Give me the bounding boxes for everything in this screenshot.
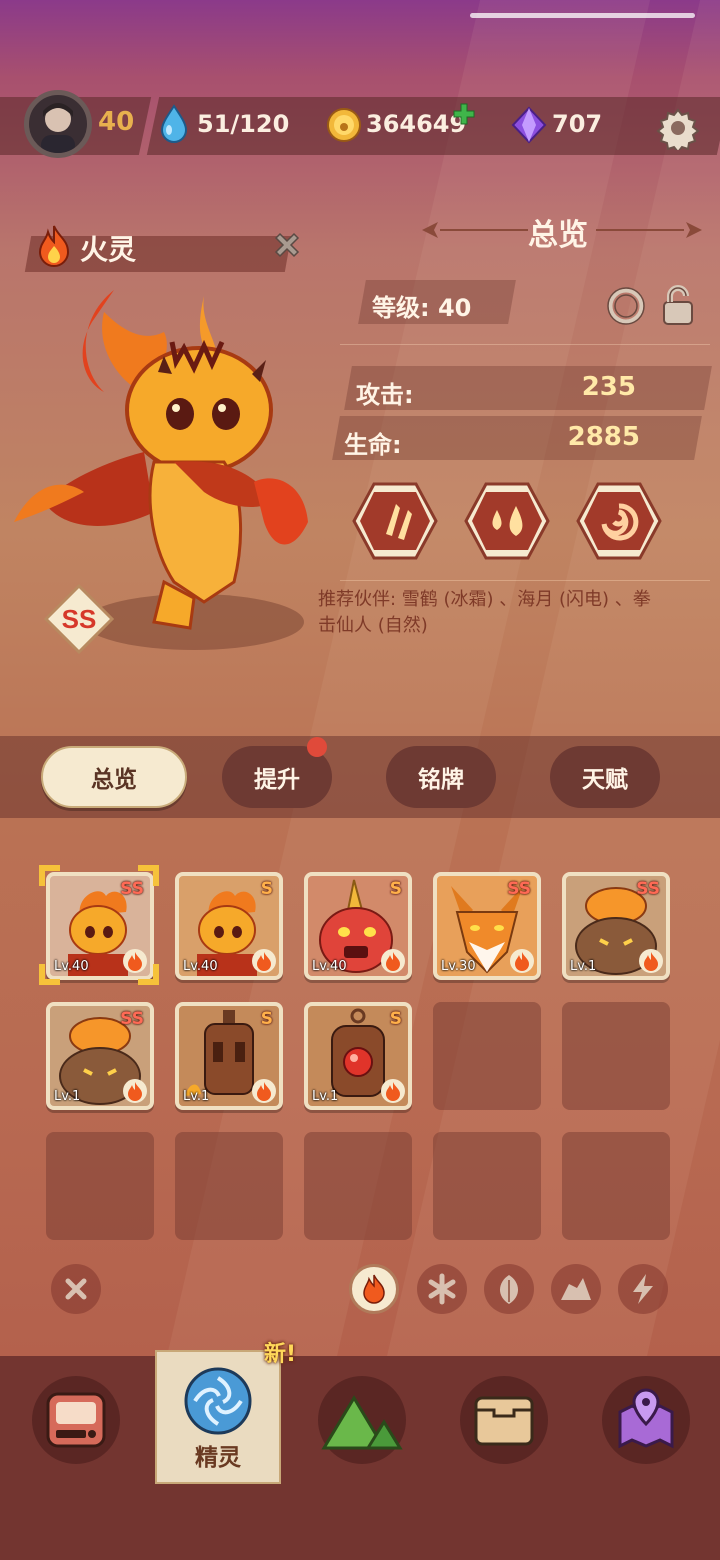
grade-label: S <box>260 1009 273 1029</box>
rank-text: SS <box>62 604 97 634</box>
ring-icon[interactable] <box>606 286 646 326</box>
close-icon <box>65 1278 87 1300</box>
nature-filter-button[interactable] <box>484 1264 534 1314</box>
avatar[interactable] <box>24 90 92 158</box>
device-icon <box>46 1392 106 1448</box>
fire-element-icon <box>252 949 276 973</box>
leaf-icon <box>499 1275 519 1304</box>
empty-slot <box>433 1002 541 1110</box>
hp-label: 生命: <box>344 431 402 459</box>
spirit-card[interactable]: S Lv.40 <box>175 872 283 980</box>
nav-spirit-label: 精灵 <box>195 1445 241 1471</box>
notification-dot <box>307 737 327 757</box>
overview-title: 总览 <box>528 218 588 253</box>
new-badge: 新! <box>264 1342 297 1367</box>
coin-icon <box>327 108 361 142</box>
fire-element-icon <box>252 1079 276 1103</box>
ornament-left <box>422 222 528 238</box>
attack-label: 攻击: <box>356 381 414 409</box>
game-screen: 40 51/120 364649 707 火灵 SS 总览 等级: 40 攻击:… <box>0 0 720 1560</box>
empty-slot <box>562 1132 670 1240</box>
recommended-partners: 推荐伙伴: 雪鹤 (冰霜) 、海月 (闪电) 、拳击仙人 (自然) <box>318 589 651 636</box>
lightning-filter-button[interactable] <box>618 1264 668 1314</box>
attack-value: 235 <box>581 372 636 402</box>
level-label: Lv.40 <box>312 959 347 974</box>
level-label: 等级: 40 <box>372 294 472 322</box>
grade-label: S <box>389 1009 402 1029</box>
level-label: Lv.1 <box>312 1089 339 1104</box>
spirit-icon <box>184 1367 252 1435</box>
fire-element-icon <box>639 949 663 973</box>
grade-label: S <box>389 879 402 899</box>
nav-chest-button[interactable] <box>460 1376 548 1464</box>
empty-slot <box>46 1132 154 1240</box>
mountain-icon <box>321 1395 403 1450</box>
gear-icon[interactable] <box>656 106 700 150</box>
fire-element-icon <box>381 1079 405 1103</box>
snowflake-icon <box>428 1273 456 1305</box>
grade-label: SS <box>636 879 660 899</box>
spirit-card[interactable]: S Lv.40 <box>304 872 412 980</box>
rock-icon <box>561 1278 591 1300</box>
empty-slot <box>175 1132 283 1240</box>
tab-talent[interactable]: 天赋 <box>550 746 660 808</box>
home-indicator <box>470 13 695 18</box>
divider <box>340 580 710 581</box>
fire-element-icon <box>123 1079 147 1103</box>
player-level: 40 <box>98 107 135 137</box>
skill-swirl-icon[interactable] <box>576 482 662 560</box>
energy-count: 51/120 <box>197 110 290 138</box>
spirit-card[interactable]: SS Lv.30 <box>433 872 541 980</box>
spirit-card[interactable]: SS Lv.1 <box>46 1002 154 1110</box>
empty-slot <box>562 1002 670 1110</box>
fire-element-icon <box>381 949 405 973</box>
nav-device-button[interactable] <box>32 1376 120 1464</box>
plus-icon[interactable] <box>452 102 476 126</box>
fire-element-icon <box>38 225 70 267</box>
fire-element-icon <box>510 949 534 973</box>
chest-icon <box>474 1396 534 1446</box>
nav-mountain-button[interactable] <box>318 1376 406 1464</box>
level-label: Lv.30 <box>441 959 476 974</box>
level-label: Lv.1 <box>54 1089 81 1104</box>
tab-nameplate[interactable]: 铭牌 <box>386 746 496 808</box>
level-label: Lv.1 <box>570 959 597 974</box>
skill-claw-icon[interactable] <box>352 482 438 560</box>
grade-label: SS <box>507 879 531 899</box>
spirit-name: 火灵 <box>80 233 137 266</box>
lightning-icon <box>633 1274 653 1304</box>
fire-filter-button[interactable] <box>349 1264 399 1314</box>
ice-filter-button[interactable] <box>417 1264 467 1314</box>
grade-label: SS <box>120 1009 144 1029</box>
rank-badge: SS <box>44 584 114 654</box>
spirit-card[interactable]: S Lv.1 <box>304 1002 412 1110</box>
hp-value: 2885 <box>567 422 640 452</box>
clear-filter-button[interactable] <box>51 1264 101 1314</box>
divider <box>340 344 710 345</box>
gem-count: 707 <box>552 110 603 138</box>
empty-slot <box>304 1132 412 1240</box>
ornament-right <box>596 222 702 238</box>
close-icon[interactable] <box>270 228 304 262</box>
selection-frame <box>39 865 159 985</box>
lock-icon[interactable] <box>658 284 698 328</box>
spirit-card[interactable]: SS Lv.1 <box>562 872 670 980</box>
empty-slot <box>433 1132 541 1240</box>
level-label: Lv.1 <box>183 1089 210 1104</box>
skill-drops-icon[interactable] <box>464 482 550 560</box>
tab-overview[interactable]: 总览 <box>41 746 187 808</box>
fire-icon <box>363 1274 385 1304</box>
water-drop-icon <box>160 104 188 143</box>
gem-icon <box>511 106 547 144</box>
map-pin-icon <box>618 1388 674 1449</box>
grade-label: S <box>260 879 273 899</box>
level-label: Lv.40 <box>183 959 218 974</box>
nav-map-button[interactable] <box>602 1376 690 1464</box>
earth-filter-button[interactable] <box>551 1264 601 1314</box>
spirit-card[interactable]: S Lv.1 <box>175 1002 283 1110</box>
